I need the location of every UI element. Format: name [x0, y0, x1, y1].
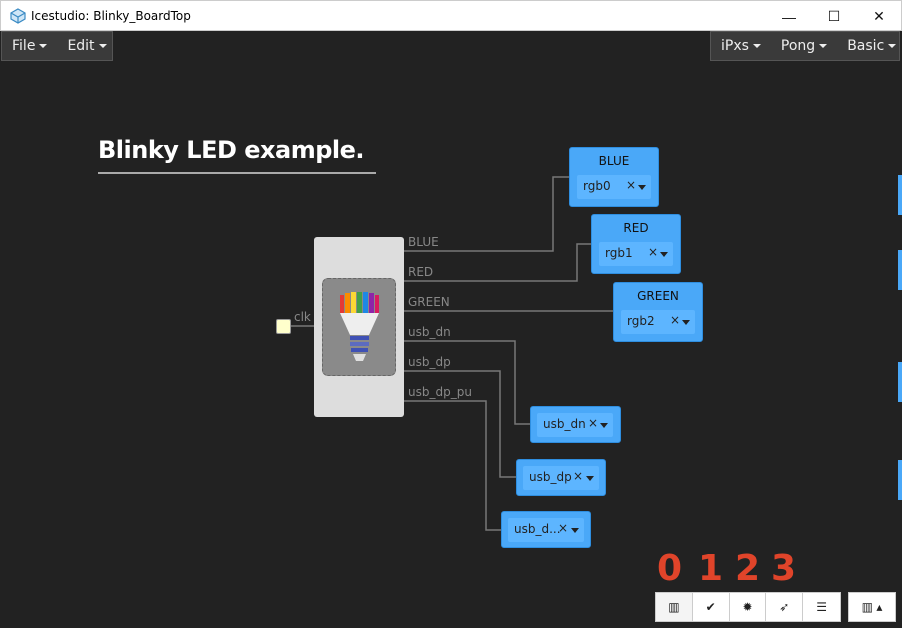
align-icon: ☰ [816, 600, 827, 614]
pin-name: RED [623, 221, 649, 235]
clk-label: clk [294, 310, 311, 324]
build-toolbar: ▥ ✔ ✹ ➶ ☰ [655, 592, 841, 622]
pin-value: usb_dp [529, 470, 572, 484]
chevron-down-icon[interactable] [682, 320, 690, 325]
step-number-1: 1 [698, 548, 724, 589]
pin-name: BLUE [598, 154, 630, 168]
wire-usb-dp-pu [404, 400, 501, 531]
clear-icon[interactable]: × [626, 178, 636, 192]
wires [291, 176, 613, 531]
pin-name: GREEN [637, 289, 679, 303]
clk-input-port[interactable] [276, 319, 291, 334]
gear-icon: ✹ [742, 600, 753, 614]
resources-button[interactable]: ▥ ▴ [848, 592, 896, 622]
wire-usb-dn [404, 340, 530, 425]
pin-value: usb_d... [514, 522, 561, 536]
edge-tab [898, 362, 902, 402]
rainbow-bulb-icon [340, 292, 379, 361]
output-pin-blue[interactable]: BLUE rgb0 × [569, 147, 659, 207]
pin-select-usb-dp-pu[interactable]: usb_d... × [508, 518, 584, 542]
pin-select-usb-dp[interactable]: usb_dp × [523, 466, 599, 490]
pin-select-usb-dn[interactable]: usb_dn × [537, 413, 613, 437]
step-number-0: 0 [657, 548, 683, 589]
edge-tab [898, 175, 902, 215]
pin-value: rgb0 [583, 179, 611, 193]
log-button[interactable]: ☰ [803, 593, 840, 621]
build-button[interactable]: ✹ [730, 593, 767, 621]
check-icon: ✔ [705, 600, 716, 614]
chevron-down-icon[interactable] [600, 423, 608, 428]
pin-value: rgb2 [627, 314, 655, 328]
bar-chart-icon: ▥ ▴ [861, 600, 883, 614]
pin-select-blue[interactable]: rgb0 × [577, 175, 651, 199]
clear-icon[interactable]: × [648, 245, 658, 259]
port-label-red: RED [408, 265, 434, 279]
output-pin-usb-dp-pu[interactable]: usb_d... × [501, 511, 591, 548]
clear-icon[interactable]: × [558, 521, 568, 535]
pin-select-green[interactable]: rgb2 × [621, 310, 695, 334]
chevron-down-icon[interactable] [638, 185, 646, 190]
verify-button[interactable]: ✔ [693, 593, 730, 621]
module-image [322, 278, 396, 376]
port-label-usb-dp-pu: usb_dp_pu [408, 385, 472, 399]
design-heading: Blinky LED example. [98, 136, 365, 164]
select-board-button[interactable]: ▥ [656, 593, 693, 621]
output-pin-usb-dn[interactable]: usb_dn × [530, 406, 621, 443]
chevron-down-icon[interactable] [586, 476, 594, 481]
pin-select-red[interactable]: rgb1 × [599, 242, 673, 266]
output-pin-usb-dp[interactable]: usb_dp × [516, 459, 606, 496]
edge-tab [898, 460, 902, 500]
rocket-icon: ➶ [779, 600, 790, 614]
pin-value: rgb1 [605, 246, 633, 260]
pin-value: usb_dn [543, 417, 586, 431]
step-number-3: 3 [771, 548, 797, 589]
port-label-green: GREEN [408, 295, 450, 309]
output-pin-red[interactable]: RED rgb1 × [591, 214, 681, 274]
chevron-down-icon[interactable] [660, 252, 668, 257]
port-label-usb-dn: usb_dn [408, 325, 451, 339]
clear-icon[interactable]: × [573, 469, 583, 483]
clear-icon[interactable]: × [588, 416, 598, 430]
upload-button[interactable]: ➶ [766, 593, 804, 621]
port-label-blue: BLUE [408, 235, 439, 249]
step-number-2: 2 [735, 548, 761, 589]
port-label-usb-dp: usb_dp [408, 355, 451, 369]
edge-tab [898, 250, 902, 290]
clear-icon[interactable]: × [670, 313, 680, 327]
output-pin-green[interactable]: GREEN rgb2 × [613, 282, 703, 342]
chip-icon: ▥ [668, 600, 680, 614]
chevron-down-icon[interactable] [571, 528, 579, 533]
heading-underline [98, 172, 376, 174]
